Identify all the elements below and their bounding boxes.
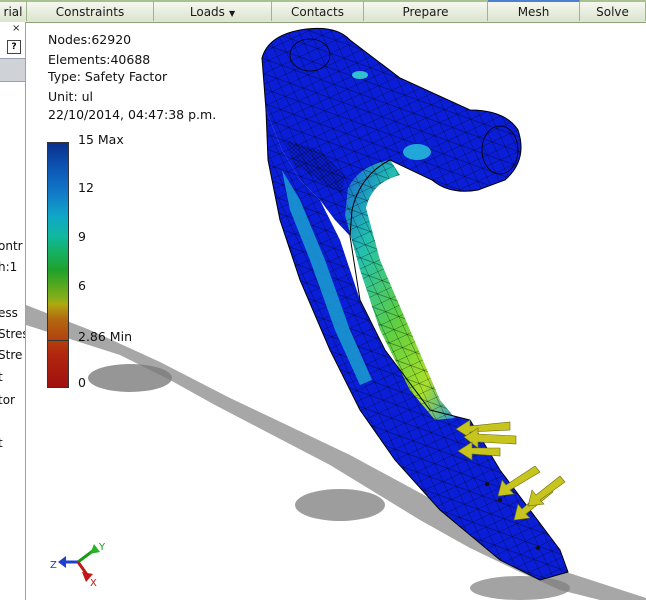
color-legend-bar: [47, 142, 69, 388]
graphics-viewport[interactable]: [0, 0, 646, 600]
legend-tick-9: 9: [78, 229, 86, 244]
nodes-count: Nodes:62920: [48, 32, 132, 47]
legend-min-label: 2.86 Min: [78, 329, 132, 344]
axis-label-x: X: [90, 578, 97, 589]
elements-count: Elements:40688: [48, 52, 151, 67]
legend-tick-0: 0: [78, 375, 86, 390]
axis-label-z: Z: [50, 560, 57, 571]
result-timestamp: 22/10/2014, 04:47:38 p.m.: [48, 107, 217, 122]
legend-max-label: 15 Max: [78, 132, 124, 147]
result-type: Type: Safety Factor: [48, 69, 168, 84]
view-triad-icon[interactable]: [58, 544, 100, 582]
axis-label-y: Y: [99, 542, 106, 553]
legend-tick-6: 6: [78, 278, 86, 293]
result-unit: Unit: ul: [48, 89, 94, 104]
legend-tick-12: 12: [78, 180, 94, 195]
legend-min-marker: [47, 340, 69, 341]
